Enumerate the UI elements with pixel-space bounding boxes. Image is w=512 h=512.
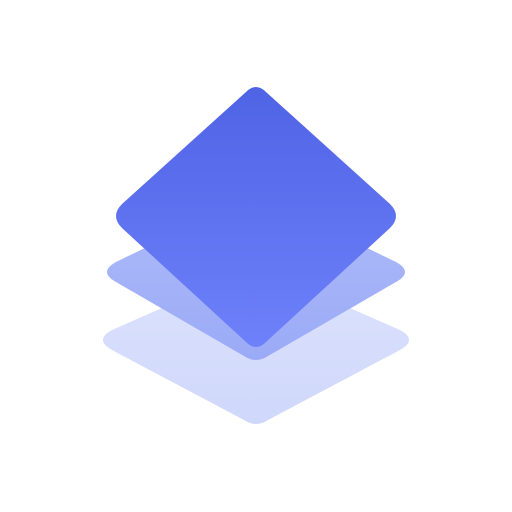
stacked-layers-icon <box>103 87 409 424</box>
app-icon-canvas <box>0 0 512 512</box>
top-layer-shape <box>116 87 396 347</box>
